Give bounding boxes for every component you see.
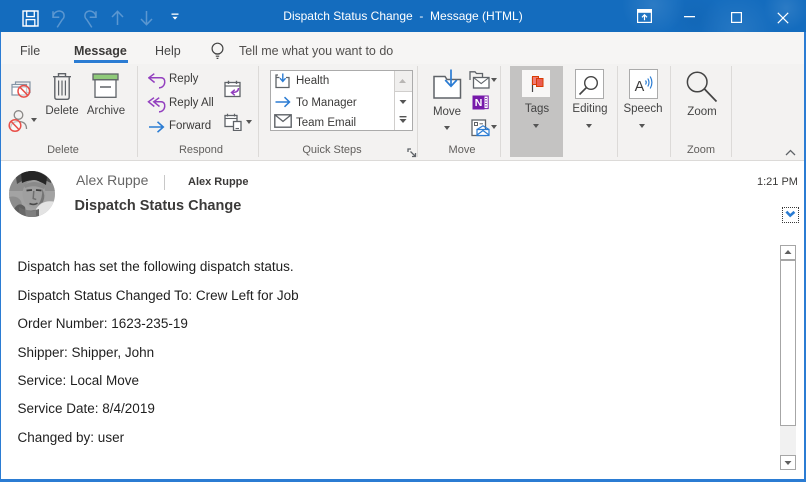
svg-text:N: N — [475, 97, 483, 109]
svg-text:A: A — [635, 79, 645, 95]
